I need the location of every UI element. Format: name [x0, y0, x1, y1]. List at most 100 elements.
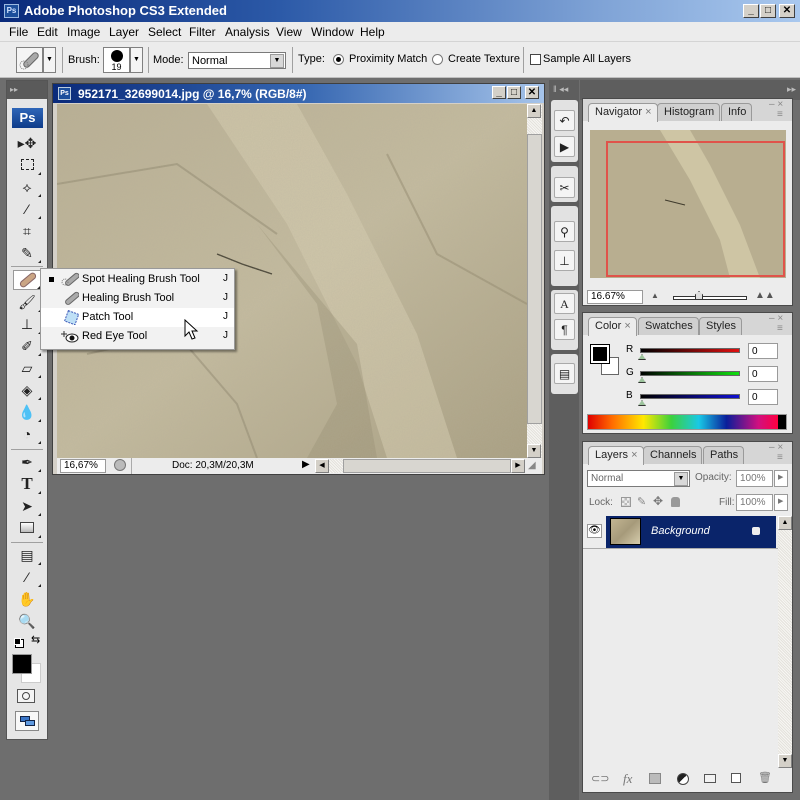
new-group-icon[interactable]: [704, 774, 716, 783]
clone-source-icon[interactable]: ⊥: [554, 250, 575, 271]
brushes-panel-icon[interactable]: ⚲: [554, 221, 575, 242]
menu-filter[interactable]: Filter: [189, 25, 216, 39]
doc-close-button[interactable]: ✕: [525, 86, 539, 99]
vertical-scrollbar[interactable]: ▲ ▼: [527, 104, 542, 458]
vertical-scroll-thumb[interactable]: [527, 134, 542, 424]
brush-tool[interactable]: 🖌: [13, 292, 41, 312]
magic-wand-tool[interactable]: ⁄: [13, 199, 41, 219]
menu-view[interactable]: View: [276, 25, 302, 39]
panel-menu-icon[interactable]: ≡: [777, 323, 783, 334]
scroll-right-button[interactable]: ▶: [511, 459, 525, 473]
tab-swatches[interactable]: Swatches: [638, 317, 699, 335]
doc-maximize-button[interactable]: □: [507, 86, 521, 99]
b-value-input[interactable]: 0: [748, 389, 778, 405]
crop-tool[interactable]: ⌗: [13, 221, 41, 241]
tab-styles[interactable]: Styles: [699, 317, 742, 335]
paint-bucket-tool[interactable]: ◈: [13, 380, 41, 400]
marquee-tool[interactable]: [13, 155, 41, 175]
tab-channels[interactable]: Channels: [643, 446, 703, 464]
visibility-eye-icon[interactable]: 👁: [587, 524, 602, 538]
tool-preset-dropdown[interactable]: ▼: [43, 47, 56, 73]
actions-panel-icon[interactable]: ▶: [554, 136, 575, 157]
navigator-zoom-field[interactable]: 16.67%: [587, 290, 643, 304]
healing-tool[interactable]: [13, 270, 41, 290]
history-panel-icon[interactable]: ↶: [554, 110, 575, 131]
pen-tool[interactable]: ✒: [13, 452, 41, 472]
status-info-icon[interactable]: [114, 459, 126, 471]
proximity-match-radio[interactable]: [333, 54, 344, 65]
move-tool[interactable]: ▸✥: [13, 133, 41, 153]
lock-position-icon[interactable]: ✥: [653, 494, 663, 508]
blur-tool[interactable]: 💧: [13, 402, 41, 422]
history-brush-tool[interactable]: ✐: [13, 336, 41, 356]
zoom-out-icon[interactable]: ▲: [651, 291, 659, 300]
flyout-item-healing-brush[interactable]: Healing Brush Tool J: [41, 289, 234, 308]
delete-layer-icon[interactable]: 🗑: [758, 771, 772, 784]
navigator-slider-thumb[interactable]: [695, 291, 703, 300]
r-slider-thumb[interactable]: [638, 354, 646, 360]
panel-menu-icon[interactable]: ≡: [777, 109, 783, 120]
lock-transparent-icon[interactable]: [621, 497, 631, 507]
layer-comps-icon[interactable]: ▤: [554, 363, 575, 384]
path-selection-tool[interactable]: ➤: [13, 496, 41, 516]
layer-mask-icon[interactable]: [649, 773, 661, 784]
character-panel-icon[interactable]: A: [554, 293, 575, 314]
lock-pixels-icon[interactable]: ✎: [637, 495, 646, 508]
dock-grip[interactable]: ‖ ◂◂: [553, 84, 568, 95]
lock-all-icon[interactable]: [671, 497, 680, 507]
notes-tool[interactable]: ▤: [13, 545, 41, 565]
eyedropper-tool[interactable]: ⁄: [13, 567, 41, 587]
status-menu-arrow[interactable]: ▶: [302, 459, 310, 470]
quick-mask-button[interactable]: [17, 689, 35, 703]
eraser-tool[interactable]: ▱: [13, 358, 41, 378]
dock-expand-grip[interactable]: ▸▸: [580, 80, 800, 100]
scroll-down-button[interactable]: ▼: [527, 444, 541, 458]
horizontal-scroll-thumb[interactable]: [343, 459, 511, 473]
tab-navigator[interactable]: Navigator ×: [588, 103, 658, 122]
b-slider-thumb[interactable]: [638, 400, 646, 406]
blend-mode-select[interactable]: Normal ▼: [587, 470, 690, 487]
tab-layers[interactable]: Layers ×: [588, 446, 644, 465]
brush-picker[interactable]: 19: [103, 47, 130, 73]
tab-histogram[interactable]: Histogram: [657, 103, 721, 121]
clone-stamp-tool[interactable]: ⊥: [13, 314, 41, 334]
flyout-item-patch[interactable]: Patch Tool J: [41, 308, 234, 327]
close-button[interactable]: ✕: [779, 4, 795, 18]
scroll-left-button[interactable]: ◀: [315, 459, 329, 473]
maximize-button[interactable]: □: [760, 4, 776, 18]
panel-menu-icon[interactable]: ≡: [777, 452, 783, 463]
menu-file[interactable]: File: [9, 25, 28, 39]
zoom-tool[interactable]: 🔍: [13, 611, 41, 631]
slice-tool[interactable]: ✎: [13, 243, 41, 263]
mode-select[interactable]: Normal ▼: [188, 52, 286, 69]
tab-color[interactable]: Color ×: [588, 317, 637, 336]
g-slider[interactable]: [640, 371, 740, 376]
type-tool[interactable]: T: [13, 474, 41, 494]
foreground-color-box[interactable]: [590, 344, 610, 364]
adjustment-layer-icon[interactable]: [677, 773, 689, 785]
lasso-tool[interactable]: ⟡: [13, 177, 41, 197]
navigator-zoom-slider[interactable]: [673, 296, 747, 300]
opacity-slider-button[interactable]: ▶: [774, 470, 788, 487]
layers-scrollbar[interactable]: ▲ ▼: [778, 516, 792, 768]
scroll-up-button[interactable]: ▲: [527, 104, 541, 118]
menu-image[interactable]: Image: [67, 25, 100, 39]
swap-colors-icon[interactable]: ⇆: [31, 633, 40, 646]
menu-select[interactable]: Select: [148, 25, 181, 39]
flyout-item-red-eye[interactable]: Red Eye Tool J: [41, 327, 234, 346]
menu-layer[interactable]: Layer: [109, 25, 139, 39]
fx-icon[interactable]: fx: [623, 771, 632, 787]
menu-window[interactable]: Window: [311, 25, 354, 39]
brush-dropdown[interactable]: ▼: [130, 47, 143, 73]
color-ramp[interactable]: [587, 414, 787, 430]
create-texture-radio[interactable]: [432, 54, 443, 65]
hand-tool[interactable]: ✋: [13, 589, 41, 609]
layers-scroll-up[interactable]: ▲: [778, 516, 792, 530]
foreground-color-swatch[interactable]: [12, 654, 32, 674]
r-value-input[interactable]: 0: [748, 343, 778, 359]
tool-preset-picker[interactable]: [16, 47, 43, 73]
layer-row[interactable]: 👁 Background: [583, 516, 778, 549]
g-slider-thumb[interactable]: [638, 377, 646, 383]
doc-minimize-button[interactable]: _: [492, 86, 506, 99]
menu-edit[interactable]: Edit: [37, 25, 58, 39]
